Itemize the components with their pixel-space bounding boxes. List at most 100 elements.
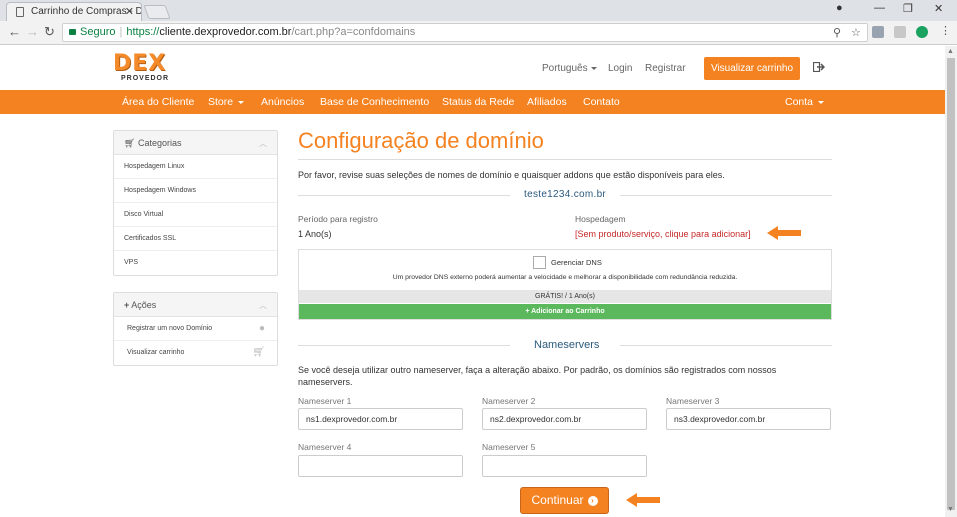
chevron-up-icon[interactable]: ︿ — [259, 138, 267, 149]
sidebar-item-virtual-disk[interactable]: Disco Virtual — [114, 203, 277, 227]
browser-tab[interactable]: Carrinho de Compras - D ✕ — [6, 2, 142, 21]
actions-title: Ações — [131, 300, 157, 310]
continue-button[interactable]: Continuar › — [520, 487, 609, 514]
nameserver-4-label: Nameserver 4 — [298, 442, 352, 452]
title-divider — [298, 159, 832, 160]
dns-management-addon: Gerenciar DNS Um provedor DNS externo po… — [298, 249, 832, 320]
domain-name: teste1234.com.br — [524, 189, 607, 200]
register-domain-label: Registrar um novo Domínio — [127, 325, 213, 332]
language-selector[interactable]: Português — [542, 63, 597, 74]
period-label: Período para registro — [298, 214, 378, 224]
nameservers-heading: Nameservers — [534, 339, 600, 351]
ns-divider-right — [620, 345, 832, 346]
dns-checkbox[interactable] — [533, 256, 546, 269]
pointer-arrow-icon — [767, 226, 801, 240]
login-link[interactable]: Login — [608, 63, 632, 74]
nameserver-4-input[interactable] — [298, 455, 463, 477]
logo-text: DEX — [113, 51, 167, 76]
ns-divider-left — [298, 345, 510, 346]
browser-tab-bar: Carrinho de Compras - D ✕ ● — ❐ ✕ — [0, 0, 957, 21]
period-value: 1 Ano(s) — [298, 229, 332, 239]
plus-icon: + — [124, 300, 130, 310]
restore-icon[interactable]: ❐ — [903, 2, 913, 15]
new-tab-button[interactable] — [143, 5, 171, 19]
add-to-cart-label: Adicionar ao Carrinho — [531, 308, 605, 315]
domain-divider-right — [620, 195, 832, 196]
nameserver-2-input[interactable]: ns2.dexprovedor.com.br — [482, 408, 647, 430]
nameserver-5-input[interactable] — [482, 455, 647, 477]
minimize-icon[interactable]: — — [874, 2, 885, 14]
dns-title: Gerenciar DNS — [551, 258, 602, 267]
bookmark-star-icon[interactable]: ☆ — [851, 26, 861, 39]
site-logo[interactable]: DEX PROVEDOR — [113, 53, 169, 83]
chevron-down-icon — [590, 66, 597, 70]
url-host: cliente.dexprovedor.com.br — [159, 26, 292, 38]
nameserver-1-input[interactable]: ns1.dexprovedor.com.br — [298, 408, 463, 430]
nav-affiliates[interactable]: Afiliados — [527, 96, 567, 108]
forward-icon[interactable]: → — [26, 24, 39, 39]
sidebar-item-view-cart[interactable]: Visualizar carrinho 🛒︎ — [114, 341, 277, 365]
dns-description: Um provedor DNS externo poderá aumentar … — [392, 274, 738, 281]
pdf-extension-icon[interactable] — [894, 26, 906, 38]
zoom-icon[interactable]: ⚲ — [833, 26, 841, 39]
url-path: /cart.php?a=confdomains — [291, 26, 416, 38]
continue-label: Continuar — [531, 493, 584, 507]
secure-label: Seguro — [80, 26, 116, 38]
categories-title: Categorias — [137, 138, 182, 148]
pointer-arrow-icon — [626, 493, 660, 507]
nav-contact[interactable]: Contato — [583, 96, 620, 108]
categories-panel: 🛒︎ Categorias ︿ Hospedagem Linux Hospeda… — [113, 130, 278, 276]
lock-icon — [69, 29, 76, 35]
scrollbar-thumb[interactable] — [947, 58, 955, 510]
document-icon — [16, 7, 24, 17]
page-scrollbar[interactable]: ▲ ▼ — [945, 46, 957, 517]
nav-network-status[interactable]: Status da Rede — [442, 96, 514, 108]
sidebar-item-linux-hosting[interactable]: Hospedagem Linux — [114, 155, 277, 179]
actions-header[interactable]: + Ações ︿ — [114, 293, 277, 317]
chevron-up-icon[interactable]: ︿ — [259, 300, 267, 311]
add-to-cart-button[interactable]: + Adicionar ao Carrinho — [299, 304, 831, 319]
sidebar-item-register-domain[interactable]: Registrar um novo Domínio ● — [114, 317, 277, 341]
plus-icon: + — [525, 308, 530, 315]
nav-account[interactable]: Conta — [785, 96, 825, 108]
nav-knowledgebase[interactable]: Base de Conhecimento — [320, 96, 429, 108]
sidebar-item-windows-hosting[interactable]: Hospedagem Windows — [114, 179, 277, 203]
view-cart-button[interactable]: Visualizar carrinho — [704, 57, 800, 80]
nav-store[interactable]: Store — [208, 96, 245, 108]
menu-icon[interactable]: ⋮ — [940, 24, 951, 37]
language-label: Português — [542, 63, 588, 74]
nameservers-text-line2: nameservers. — [298, 377, 353, 387]
reload-icon[interactable]: ↻ — [44, 24, 55, 40]
actions-panel: + Ações ︿ Registrar um novo Domínio ● Vi… — [113, 292, 278, 366]
address-bar[interactable]: Seguro | https://cliente.dexprovedor.com.b… — [62, 23, 868, 42]
nameserver-2-label: Nameserver 2 — [482, 396, 536, 406]
profile-icon[interactable]: ● — [836, 2, 843, 14]
extension-icon[interactable] — [872, 26, 884, 38]
chevron-down-icon — [818, 100, 825, 104]
view-cart-label: Visualizar carrinho — [127, 349, 185, 356]
back-icon[interactable]: ← — [8, 24, 21, 39]
page-title: Configuração de domínio — [298, 128, 544, 153]
nameserver-3-input[interactable]: ns3.dexprovedor.com.br — [666, 408, 831, 430]
nameserver-1-label: Nameserver 1 — [298, 396, 352, 406]
nameserver-3-label: Nameserver 3 — [666, 396, 720, 406]
chat-extension-icon[interactable] — [916, 26, 928, 38]
sidebar-item-ssl[interactable]: Certificados SSL — [114, 227, 277, 251]
logo-subtext: PROVEDOR — [121, 75, 170, 82]
add-hosting-link[interactable]: [Sem produto/serviço, clique para adicio… — [575, 229, 751, 239]
sidebar-item-vps[interactable]: VPS — [114, 251, 277, 275]
nav-account-label: Conta — [785, 96, 814, 108]
close-tab-icon[interactable]: ✕ — [125, 5, 134, 18]
nameservers-text-line1: Se você deseja utilizar outro nameserver… — [298, 365, 777, 375]
arrow-right-circle-icon: › — [587, 495, 598, 506]
nav-announcements[interactable]: Anúncios — [261, 96, 304, 108]
register-link[interactable]: Registrar — [645, 63, 686, 74]
categories-header[interactable]: 🛒︎ Categorias ︿ — [114, 131, 277, 155]
close-window-icon[interactable]: ✕ — [934, 2, 943, 15]
nav-store-label: Store — [208, 96, 234, 108]
nav-client-area[interactable]: Área do Cliente — [122, 96, 194, 108]
globe-icon: ● — [258, 323, 265, 334]
logout-icon[interactable] — [813, 62, 825, 72]
cart-icon: 🛒︎ — [124, 138, 136, 148]
dns-price: GRÁTIS! / 1 Ano(s) — [299, 290, 831, 303]
